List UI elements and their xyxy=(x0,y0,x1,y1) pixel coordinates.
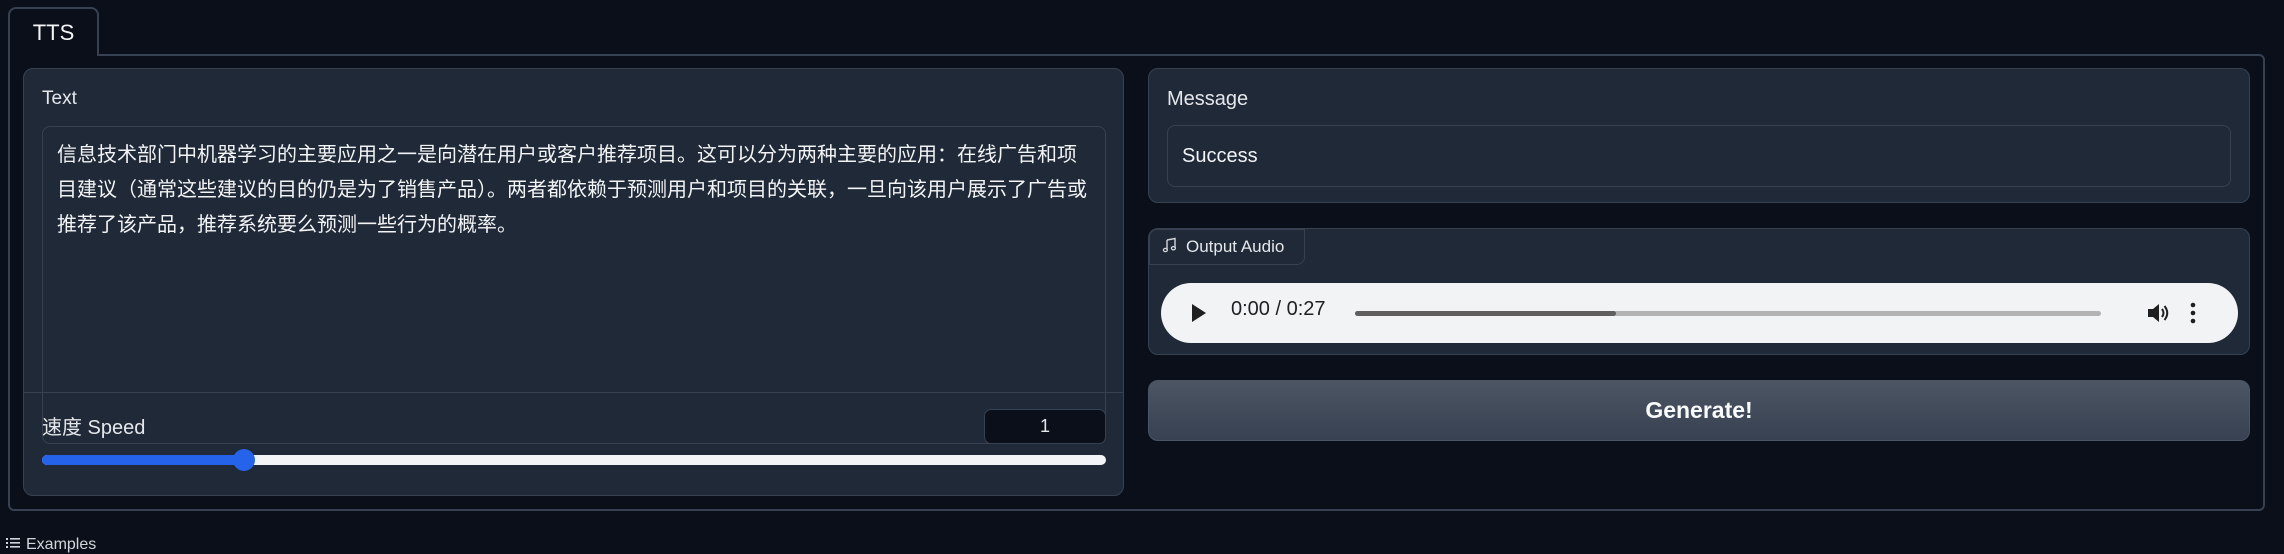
output-audio-label: Output Audio xyxy=(1149,229,1305,265)
volume-icon[interactable] xyxy=(2146,301,2172,330)
audio-player: 0:00 / 0:27 xyxy=(1161,283,2238,343)
generate-button-label: Generate! xyxy=(1645,397,1753,423)
tab-tts[interactable]: TTS xyxy=(8,7,99,56)
audio-progress-bar[interactable] xyxy=(1355,311,2101,316)
output-audio-label-text: Output Audio xyxy=(1186,237,1285,256)
message-label: Message xyxy=(1167,88,1249,110)
speed-number-input[interactable]: 1 xyxy=(984,409,1106,444)
audio-time: 0:00 / 0:27 xyxy=(1231,298,1326,320)
message-block: Message Success xyxy=(1148,68,2250,203)
message-output: Success xyxy=(1167,125,2231,187)
tab-label: TTS xyxy=(32,19,75,45)
more-options-icon[interactable] xyxy=(2189,302,2197,329)
speed-slider-handle[interactable] xyxy=(233,449,256,471)
divider xyxy=(24,392,1123,393)
list-icon xyxy=(6,536,20,554)
speed-slider-track[interactable] xyxy=(42,455,1106,465)
generate-button[interactable]: Generate! xyxy=(1148,380,2250,441)
music-note-icon xyxy=(1162,237,1178,258)
speed-label: 速度 Speed xyxy=(42,417,146,439)
examples-label: Examples xyxy=(26,536,97,553)
speed-slider-fill xyxy=(42,455,245,465)
text-input[interactable]: 信息技术部门中机器学习的主要应用之一是向潜在用户或客户推荐项目。这可以分为两种主… xyxy=(42,126,1106,444)
audio-progress-fill xyxy=(1355,311,1617,316)
examples-header[interactable]: Examples xyxy=(6,536,96,554)
text-input-block: Text 信息技术部门中机器学习的主要应用之一是向潜在用户或客户推荐项目。这可以… xyxy=(23,68,1124,496)
play-icon[interactable] xyxy=(1191,303,1207,328)
text-label: Text xyxy=(42,88,77,109)
output-audio-block: Output Audio 0:00 / 0:27 xyxy=(1148,228,2250,355)
